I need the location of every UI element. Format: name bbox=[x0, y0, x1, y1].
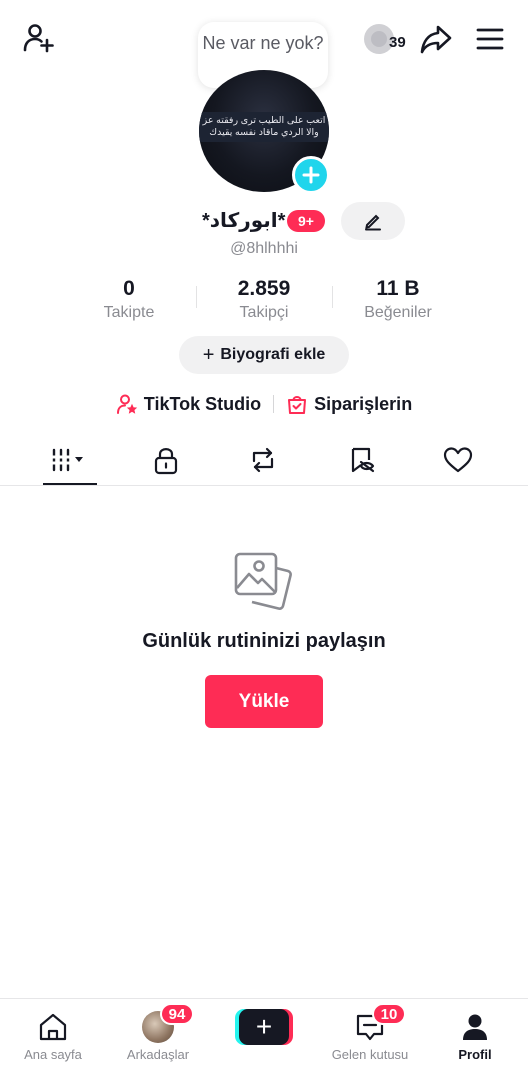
avatar-caption: اتعب على الطيب ترى رفقته عز والا الردي م… bbox=[199, 112, 329, 142]
home-icon bbox=[39, 1013, 67, 1041]
following-count: 0 bbox=[123, 277, 135, 300]
stat-following[interactable]: 0 Takipte bbox=[59, 276, 199, 324]
create-button[interactable]: + bbox=[235, 1009, 293, 1045]
tiktok-studio-label: TikTok Studio bbox=[143, 393, 262, 414]
tab-reposts[interactable] bbox=[235, 440, 291, 480]
tab-private[interactable] bbox=[138, 440, 194, 480]
add-bio-button[interactable]: + Biyografi ekle bbox=[179, 336, 349, 374]
orders-link[interactable]: Siparişlerin bbox=[286, 393, 412, 415]
avatar-caption-line2: والا الردي ماقاد نفسه يقيدك bbox=[209, 127, 319, 138]
name-badge[interactable]: 9+ bbox=[287, 210, 325, 232]
username-handle: @8hlhhhi bbox=[230, 240, 298, 257]
nav-inbox-label: Gelen kutusu bbox=[331, 1047, 409, 1062]
nav-friends-label: Arkadaşlar bbox=[126, 1047, 190, 1062]
coin-balance[interactable]: 39 bbox=[364, 22, 414, 56]
nav-profile-label: Profil bbox=[458, 1047, 492, 1062]
following-label: Takipte bbox=[103, 304, 155, 321]
nav-home[interactable]: Ana sayfa bbox=[3, 999, 103, 1071]
likes-count: 11 B bbox=[376, 277, 420, 300]
repost-icon bbox=[252, 447, 274, 473]
nav-friends[interactable]: 94 Arkadaşlar bbox=[108, 999, 208, 1071]
bottom-navigation: Ana sayfa 94 Arkadaşlar + 10 Gelen kutus… bbox=[0, 998, 528, 1080]
tab-liked[interactable] bbox=[430, 440, 486, 480]
tab-videos[interactable] bbox=[42, 440, 98, 480]
nav-inbox[interactable]: 10 Gelen kutusu bbox=[320, 999, 420, 1071]
inbox-badge: 10 bbox=[372, 1003, 406, 1025]
creator-star-icon bbox=[116, 394, 137, 414]
friends-badge: 94 bbox=[160, 1003, 194, 1025]
menu-icon[interactable] bbox=[472, 22, 508, 56]
chevron-down-icon bbox=[75, 457, 83, 462]
active-tab-indicator bbox=[43, 483, 97, 485]
coin-count: 39 bbox=[389, 34, 406, 51]
likes-label: Beğeniler bbox=[364, 304, 432, 321]
tiktok-studio-link[interactable]: TikTok Studio bbox=[116, 393, 261, 415]
create-plus-icon: + bbox=[239, 1009, 289, 1045]
name-row: *ابوركاد* 9+ bbox=[0, 202, 528, 242]
empty-state-title: Günlük rutininizi paylaşın bbox=[142, 630, 386, 652]
orders-label: Siparişlerin bbox=[314, 393, 413, 414]
heart-icon bbox=[443, 447, 473, 473]
profile-icon bbox=[463, 1014, 487, 1040]
tab-favorites[interactable] bbox=[334, 440, 390, 480]
video-grid-icon bbox=[50, 448, 83, 472]
pencil-icon bbox=[365, 214, 381, 231]
nav-home-label: Ana sayfa bbox=[24, 1047, 82, 1062]
add-avatar-button[interactable] bbox=[292, 156, 330, 194]
content-tabs bbox=[0, 436, 528, 486]
add-bio-label: Biyografi ekle bbox=[220, 346, 326, 363]
followers-count: 2.859 bbox=[237, 277, 291, 300]
add-friend-icon[interactable] bbox=[20, 20, 56, 56]
note-bubble-text: Ne var ne yok? bbox=[202, 33, 324, 53]
stat-likes[interactable]: 11 B Beğeniler bbox=[328, 276, 468, 324]
profile-links: TikTok Studio Siparişlerin bbox=[0, 390, 528, 418]
plus-icon bbox=[302, 166, 320, 184]
stat-followers[interactable]: 2.859 Takipçi bbox=[194, 276, 334, 324]
edit-profile-button[interactable] bbox=[341, 202, 405, 240]
photos-icon bbox=[232, 550, 296, 614]
links-divider bbox=[273, 395, 275, 413]
followers-label: Takipçi bbox=[239, 304, 289, 321]
upload-button[interactable]: Yükle bbox=[205, 675, 323, 728]
lock-icon bbox=[154, 448, 178, 475]
avatar-caption-line1: اتعب على الطيب ترى رفقته عز bbox=[202, 115, 326, 126]
bookmark-hidden-icon bbox=[351, 447, 375, 473]
shopping-bag-icon bbox=[288, 396, 307, 414]
share-icon[interactable] bbox=[418, 22, 454, 56]
nav-profile[interactable]: Profil bbox=[425, 999, 525, 1071]
plus-icon: + bbox=[202, 343, 215, 366]
display-name: *ابوركاد* bbox=[202, 210, 286, 232]
